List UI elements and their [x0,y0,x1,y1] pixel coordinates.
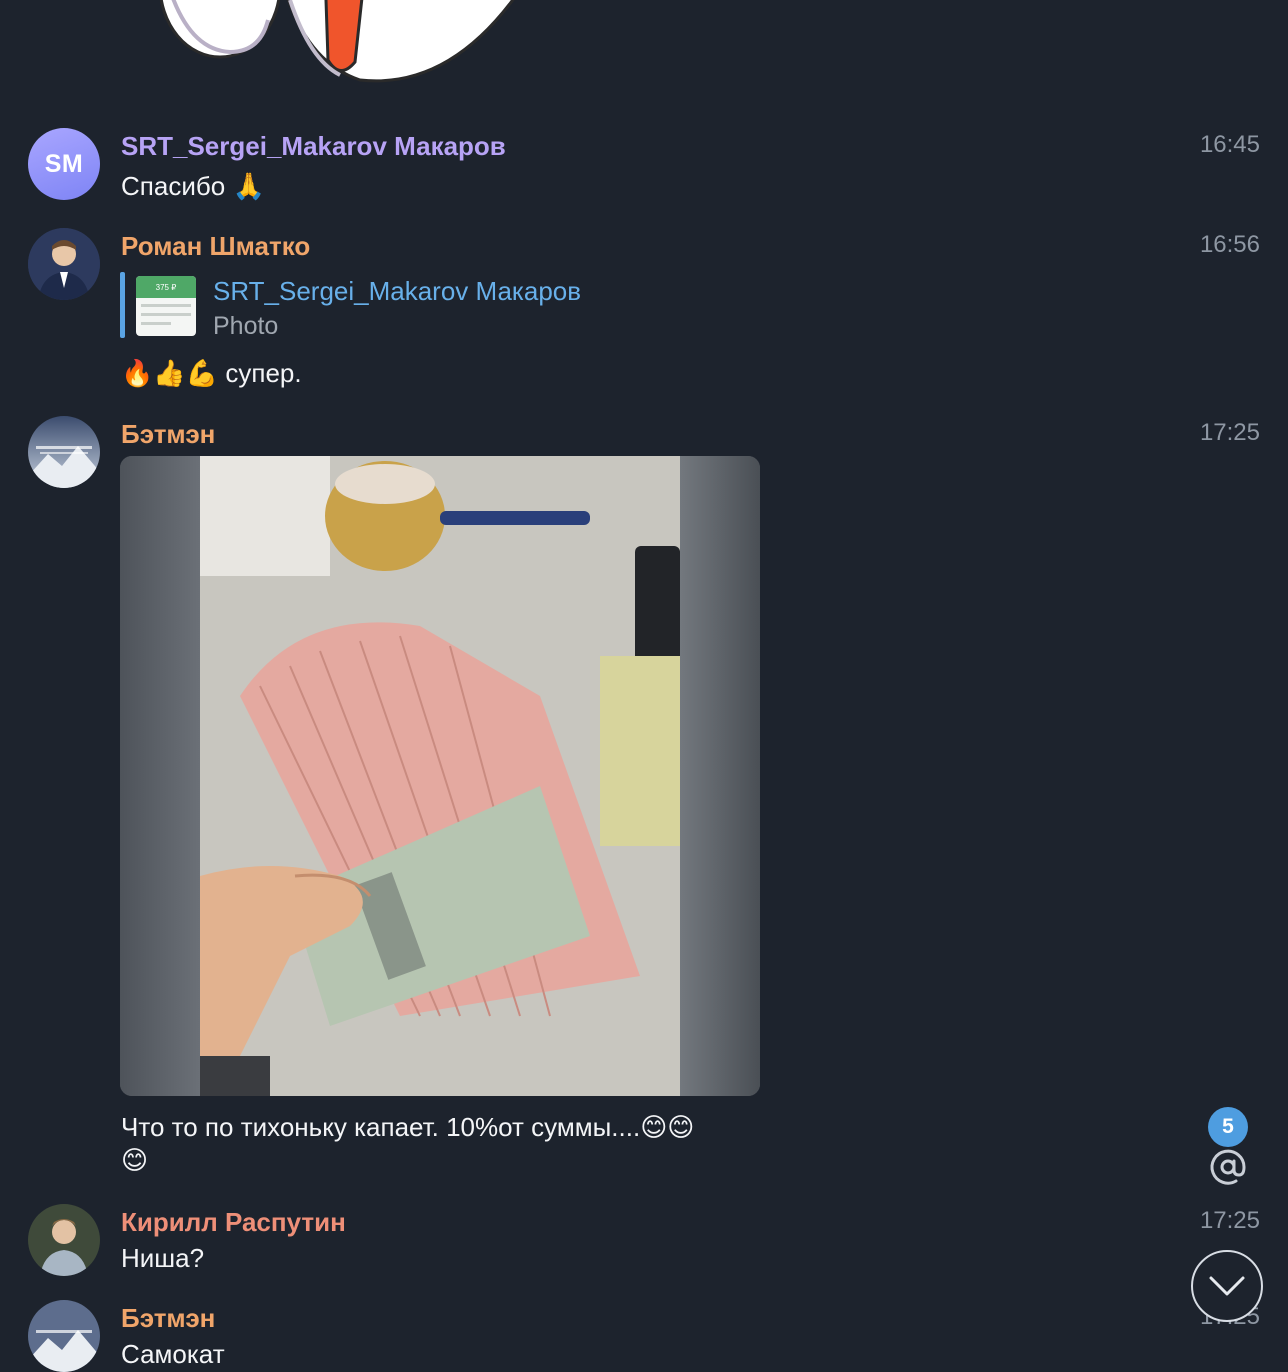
sender-name[interactable]: Роман Шматко [121,231,310,262]
message-text: Ниша? [121,1243,205,1273]
reply-sender[interactable]: SRT_Sergei_Makarov Макаров [213,276,581,307]
sender-name[interactable]: Кирилл Распутин [121,1207,346,1238]
message-photo[interactable] [120,456,760,1096]
sender-name[interactable]: Бэтмэн [121,1303,215,1334]
person-photo-icon [28,1204,100,1276]
avatar[interactable] [28,228,100,300]
avatar[interactable] [28,1204,100,1276]
avatar[interactable]: SM [28,128,100,200]
message-text: Самокат [121,1339,225,1369]
message-time: 17:25 [1199,1207,1260,1234]
mention-icon[interactable] [1207,1146,1249,1188]
reply-type: Photo [213,312,279,340]
message-text: Что то по тихоньку капает. 10%от суммы..… [121,1111,761,1177]
avatar-initials: SM [44,149,84,178]
chevron-down-icon [1209,1276,1245,1296]
unread-mentions-badge[interactable]: 5 [1208,1107,1248,1147]
message-time: 16:45 [1199,131,1260,158]
money-photo [120,456,760,1096]
reply-bar [120,272,125,338]
message-text: Спасибо 🙏 [121,170,265,203]
sender-name[interactable]: SRT_Sergei_Makarov Макаров [121,131,506,162]
smile-emoji: 😊😊 [640,1113,695,1143]
message-text-content: Спасибо [121,171,226,201]
mountain-avatar-icon [28,416,100,488]
message-text-content: Что то по тихоньку капает. 10%от суммы..… [121,1112,641,1142]
reply-thumbnail[interactable]: 375 ₽ [136,276,196,336]
message-text-content: супер. [225,358,302,388]
message-time: 16:56 [1199,231,1260,258]
pray-emoji: 🙏 [232,172,265,202]
message-time: 17:25 [1199,419,1260,446]
sender-name[interactable]: Бэтмэн [121,419,215,450]
reply-thumb-amount: 375 ₽ [136,276,196,298]
sticker[interactable] [150,0,570,85]
scroll-to-bottom-button[interactable] [1191,1250,1263,1322]
avatar[interactable] [28,1300,100,1372]
fire-thumbs-muscle-emoji: 🔥👍💪 [121,359,219,389]
avatar[interactable] [28,416,100,488]
smile-emoji: 😊 [121,1146,149,1176]
message-text: 🔥👍💪 супер. [121,357,302,390]
mountain-avatar-icon [28,1300,100,1372]
person-photo-icon [28,228,100,300]
